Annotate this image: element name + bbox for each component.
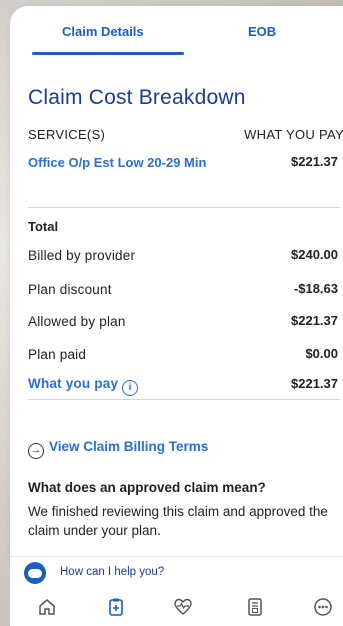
plan-paid-value: $0.00 xyxy=(305,346,338,361)
faq-question: What does an approved claim mean? xyxy=(28,480,266,495)
divider xyxy=(28,399,340,400)
plan-discount-value: -$18.63 xyxy=(293,281,338,296)
view-billing-terms-link[interactable]: → View Claim Billing Terms xyxy=(28,439,208,459)
service-link[interactable]: Office O/p Est Low 20-29 Min xyxy=(28,154,228,172)
help-prompt[interactable]: How can I help you? xyxy=(60,566,164,578)
billed-by-provider-value: $240.00 xyxy=(291,247,338,262)
home-icon[interactable] xyxy=(37,597,57,617)
what-you-pay-row: What you pay i xyxy=(28,376,139,396)
active-tab-indicator xyxy=(32,52,184,55)
what-you-pay-value: $221.37 xyxy=(291,376,338,391)
receipt-icon[interactable] xyxy=(245,597,265,617)
services-column-header: SERVICE(S) xyxy=(28,127,106,142)
allowed-by-plan-value: $221.37 xyxy=(291,313,338,328)
divider xyxy=(28,207,340,208)
clipboard-icon[interactable] xyxy=(106,597,126,617)
page-title: Claim Cost Breakdown xyxy=(28,86,246,109)
heart-pulse-icon[interactable] xyxy=(173,597,193,617)
tab-eob[interactable]: EOB xyxy=(248,24,276,39)
tab-bar: Claim Details EOB xyxy=(10,6,343,56)
assistant-face xyxy=(28,569,42,578)
view-billing-terms-label: View Claim Billing Terms xyxy=(49,439,209,454)
help-assistant-bar[interactable]: How can I help you? xyxy=(10,556,343,589)
service-amount: $221.37 xyxy=(291,154,338,169)
billed-by-provider-label: Billed by provider xyxy=(28,248,136,263)
what-you-pay-label: What you pay xyxy=(28,376,119,391)
plan-paid-label: Plan paid xyxy=(28,347,87,362)
bottom-nav xyxy=(10,588,343,626)
total-heading: Total xyxy=(28,219,59,234)
what-you-pay-column-header: WHAT YOU PAY xyxy=(244,127,343,142)
more-icon[interactable] xyxy=(313,597,333,617)
assistant-avatar-icon xyxy=(24,562,46,584)
allowed-by-plan-label: Allowed by plan xyxy=(28,314,126,329)
plan-discount-label: Plan discount xyxy=(28,282,112,297)
faq-answer: We finished reviewing this claim and app… xyxy=(28,504,328,538)
tab-claim-details[interactable]: Claim Details xyxy=(62,24,144,39)
claim-card: Claim Details EOB Claim Cost Breakdown S… xyxy=(10,6,343,566)
info-icon[interactable]: i xyxy=(122,380,139,396)
arrow-circle-right-icon: → xyxy=(28,443,44,459)
